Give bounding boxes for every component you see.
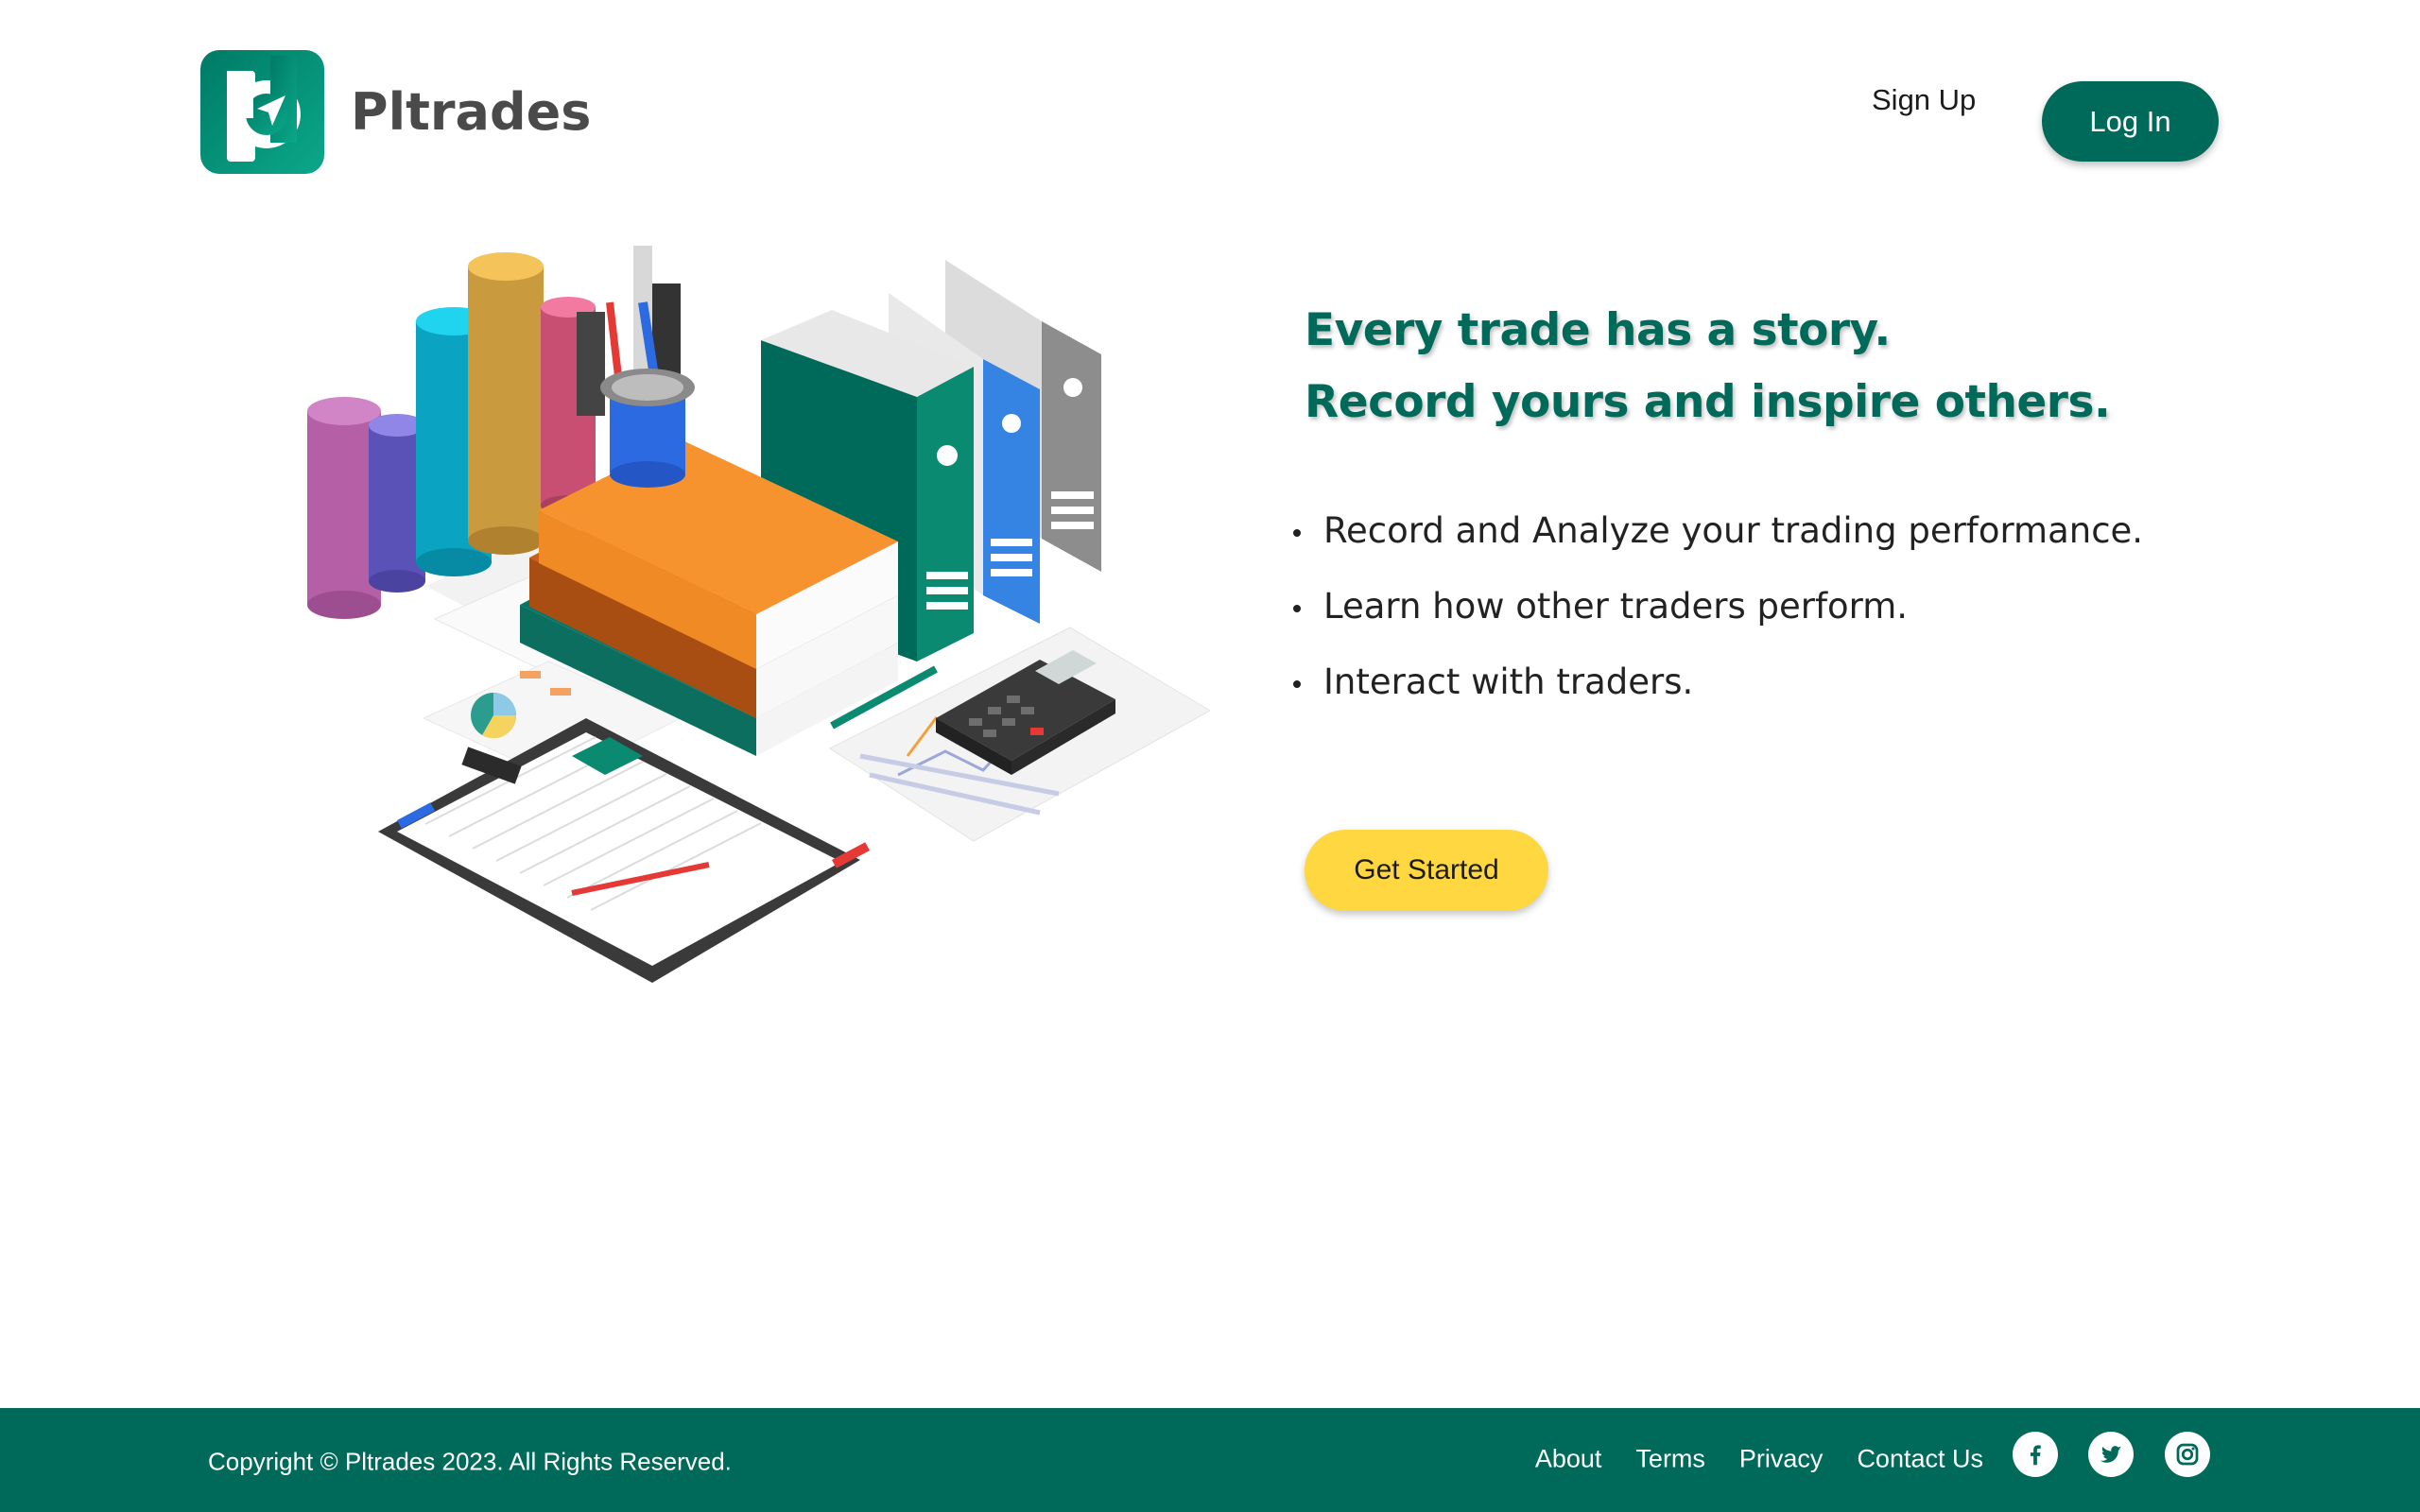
login-button[interactable]: Log In [2042,81,2219,162]
copyright-text: Copyright © Pltrades 2023. All Rights Re… [208,1447,732,1476]
footer-links: About Terms Privacy Contact Us [1535,1445,1983,1474]
feature-item: Interact with traders. [1286,644,2143,720]
footer-link-terms[interactable]: Terms [1635,1445,1705,1474]
brand-name: Pltrades [351,82,592,142]
headline-line-1: Every trade has a story. [1305,304,1891,356]
feature-item: Learn how other traders perform. [1286,569,2143,644]
twitter-icon[interactable] [2088,1432,2134,1477]
facebook-icon[interactable] [2013,1432,2058,1477]
feature-item: Record and Analyze your trading performa… [1286,493,2143,569]
headline-line-2: Record yours and inspire others. [1305,376,2111,428]
signup-button[interactable]: Sign Up [1872,83,1976,117]
get-started-button[interactable]: Get Started [1305,830,1548,911]
footer-link-contact-us[interactable]: Contact Us [1857,1445,1983,1474]
instagram-icon[interactable] [2165,1432,2210,1477]
hero-illustration [307,246,1212,983]
footer-link-privacy[interactable]: Privacy [1739,1445,1824,1474]
feature-list: Record and Analyze your trading performa… [1286,493,2143,720]
footer-link-about[interactable]: About [1535,1445,1602,1474]
brand[interactable]: Pltrades [200,50,591,174]
pltrades-logo-icon [200,50,324,174]
hero-headline: Every trade has a story. Record yours an… [1305,295,2111,438]
